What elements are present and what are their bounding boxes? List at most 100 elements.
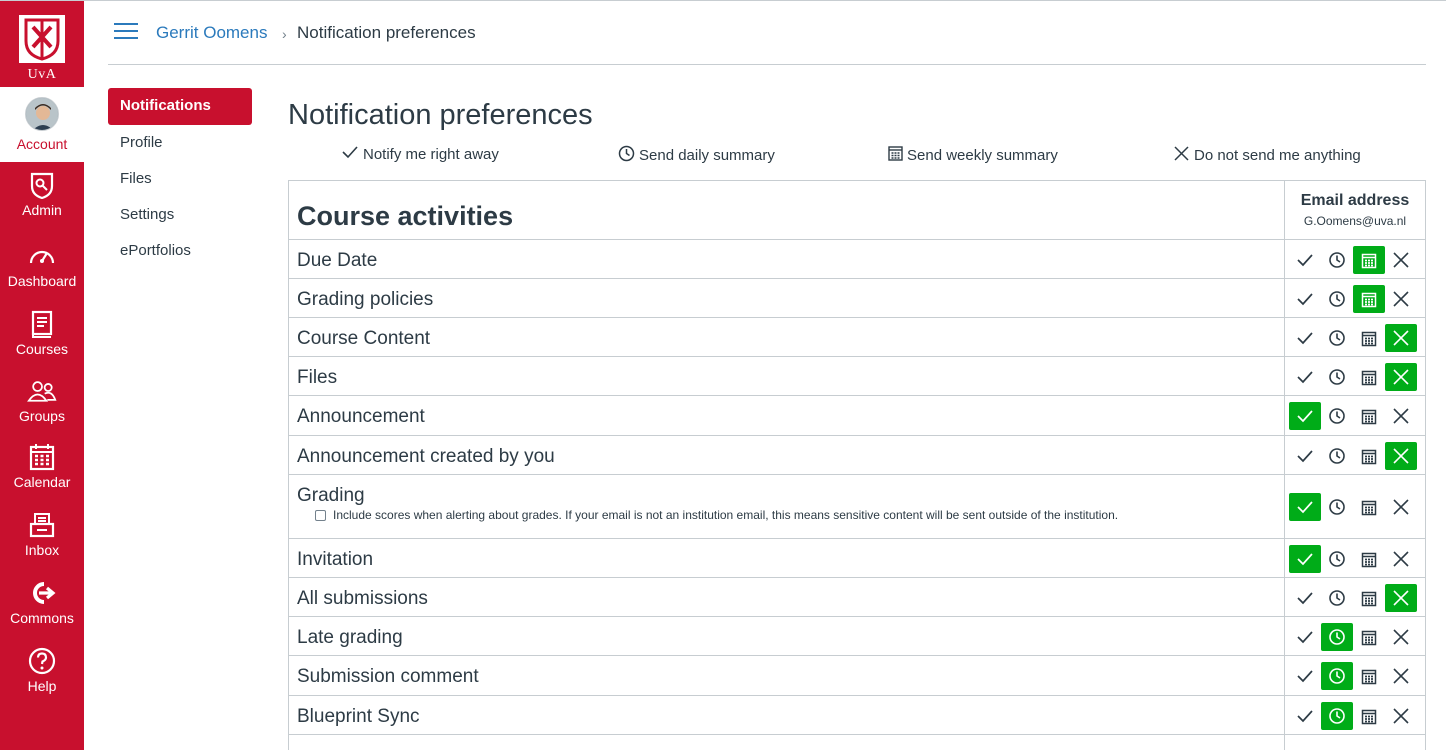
x-icon [1392,550,1410,568]
x-icon [1392,368,1410,386]
x-icon [1392,498,1410,516]
daily-summary-button[interactable] [1321,662,1353,690]
frequency-buttons [1288,442,1420,472]
checkmark-icon [1296,370,1314,384]
notify-right-away-button[interactable] [1289,493,1321,521]
do-not-send-button[interactable] [1385,402,1417,430]
do-not-send-button[interactable] [1385,442,1417,470]
weekly-summary-button[interactable] [1353,584,1385,612]
section-menu: Notifications Profile Files Settings ePo… [108,88,252,269]
table-header: Course activities Email address G.Oomens… [289,181,1425,240]
nav-help[interactable]: Help [0,646,84,712]
notification-name: Files [297,367,338,388]
notify-right-away-button[interactable] [1289,702,1321,730]
clock-icon [1328,550,1346,568]
do-not-send-button[interactable] [1385,702,1417,730]
table-row: Announcement created by you [289,436,1425,475]
notify-right-away-button[interactable] [1289,442,1321,470]
weekly-summary-button[interactable] [1353,402,1385,430]
daily-summary-button[interactable] [1321,246,1353,274]
notification-name: All submissions [297,588,428,609]
section-notifications[interactable]: Notifications [108,88,252,125]
notify-right-away-button[interactable] [1289,246,1321,274]
table-row: Submission comment [289,656,1425,696]
daily-summary-button[interactable] [1321,442,1353,470]
do-not-send-button[interactable] [1385,662,1417,690]
weekly-summary-button[interactable] [1353,623,1385,651]
include-scores-checkbox[interactable] [315,509,326,521]
do-not-send-button[interactable] [1385,285,1417,313]
daily-summary-button[interactable] [1321,545,1353,573]
weekly-summary-button[interactable] [1353,493,1385,521]
section-profile[interactable]: Profile [108,125,252,161]
frequency-buttons [1288,545,1420,575]
frequency-buttons [1288,402,1420,432]
do-not-send-button[interactable] [1385,246,1417,274]
nav-account[interactable]: Account [0,87,84,162]
email-column-header: Email address G.Oomens@uva.nl [1284,181,1425,240]
table-row: Blueprint Sync [289,696,1425,735]
nav-calendar[interactable]: Calendar [0,442,84,508]
daily-summary-button[interactable] [1321,363,1353,391]
daily-summary-button[interactable] [1321,493,1353,521]
breadcrumb-user-link[interactable]: Gerrit Oomens [156,23,267,43]
notify-right-away-button[interactable] [1289,545,1321,573]
checkmark-icon [1296,500,1314,514]
do-not-send-button[interactable] [1385,493,1417,521]
daily-summary-button[interactable] [1321,702,1353,730]
calendar-icon [27,442,57,472]
daily-summary-button[interactable] [1321,324,1353,352]
nav-groups[interactable]: Groups [0,376,84,442]
section-eportfolios[interactable]: ePortfolios [108,233,252,269]
nav-commons[interactable]: Commons [0,578,84,644]
weekly-summary-button[interactable] [1353,324,1385,352]
x-icon [1392,407,1410,425]
nav-admin[interactable]: Admin [0,170,84,236]
weekly-summary-button[interactable] [1353,442,1385,470]
notify-right-away-button[interactable] [1289,662,1321,690]
nav-inbox[interactable]: Inbox [0,510,84,576]
hamburger-menu-icon[interactable] [114,23,138,43]
do-not-send-button[interactable] [1385,584,1417,612]
weekly-summary-button[interactable] [1353,662,1385,690]
section-settings[interactable]: Settings [108,197,252,233]
notify-right-away-button[interactable] [1289,285,1321,313]
weekly-summary-button[interactable] [1353,285,1385,313]
nav-dashboard[interactable]: Dashboard [0,241,84,307]
daily-summary-button[interactable] [1321,402,1353,430]
inbox-icon [27,510,57,540]
notification-name: Late grading [297,627,403,648]
calendar-icon [1361,330,1377,347]
notify-right-away-button[interactable] [1289,363,1321,391]
frequency-buttons [1288,662,1420,692]
weekly-summary-button[interactable] [1353,545,1385,573]
notify-right-away-button[interactable] [1289,324,1321,352]
daily-summary-button[interactable] [1321,623,1353,651]
do-not-send-button[interactable] [1385,545,1417,573]
notification-table: Course activities Email address G.Oomens… [288,180,1426,750]
admin-shield-icon [27,170,57,200]
frequency-buttons [1288,584,1420,614]
daily-summary-button[interactable] [1321,285,1353,313]
section-files[interactable]: Files [108,161,252,197]
breadcrumb-separator-icon: › [282,26,287,42]
do-not-send-button[interactable] [1385,623,1417,651]
notify-right-away-button[interactable] [1289,623,1321,651]
weekly-summary-button[interactable] [1353,246,1385,274]
clock-icon [1328,667,1346,685]
table-row: Files [289,357,1425,396]
daily-summary-button[interactable] [1321,584,1353,612]
do-not-send-button[interactable] [1385,324,1417,352]
notify-right-away-button[interactable] [1289,584,1321,612]
nav-courses[interactable]: Courses [0,309,84,375]
notify-right-away-button[interactable] [1289,402,1321,430]
clock-icon [1328,628,1346,646]
weekly-summary-button[interactable] [1353,363,1385,391]
legend-daily: Send daily summary [618,145,775,166]
category-heading: Course activities [297,201,514,231]
frequency-buttons [1288,246,1420,276]
legend-right-away: Notify me right away [341,145,499,163]
weekly-summary-button[interactable] [1353,702,1385,730]
uva-logo[interactable]: UvA [0,1,84,87]
do-not-send-button[interactable] [1385,363,1417,391]
